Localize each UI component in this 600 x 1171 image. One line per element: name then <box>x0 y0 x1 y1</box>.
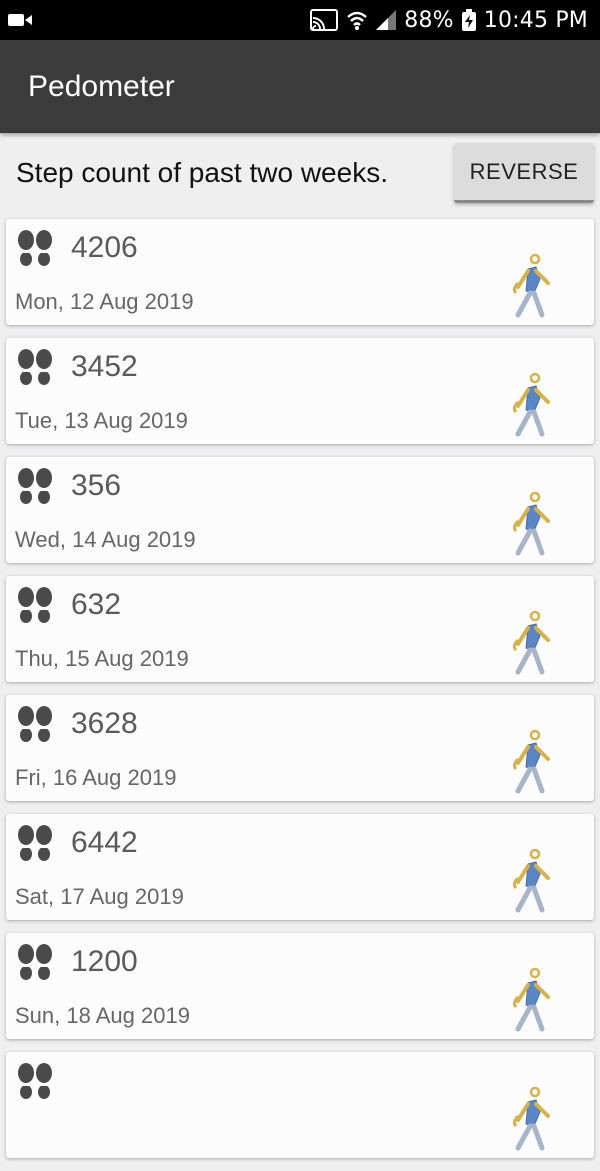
step-count: 632 <box>71 588 122 621</box>
entry-date: Thu, 15 Aug 2019 <box>15 646 189 671</box>
walking-person-icon <box>506 610 552 676</box>
step-count: 6442 <box>71 826 138 859</box>
walking-person-icon <box>506 1086 552 1152</box>
reverse-button[interactable]: REVERSE <box>454 143 594 203</box>
walking-person-icon <box>506 491 552 557</box>
signal-icon <box>376 10 397 30</box>
step-count: 3628 <box>71 707 138 740</box>
entry-date: Mon, 12 Aug 2019 <box>15 289 194 314</box>
footprints-icon <box>16 467 54 507</box>
step-entry-card[interactable]: 3452 Tue, 13 Aug 2019 <box>6 338 594 444</box>
entry-date: Tue, 13 Aug 2019 <box>15 408 188 433</box>
status-bar: 88% 10:45 PM <box>0 0 600 40</box>
footprints-icon <box>16 229 54 269</box>
walking-person-icon <box>506 729 552 795</box>
entry-date: Sun, 18 Aug 2019 <box>15 1003 190 1028</box>
footprints-icon <box>16 943 54 983</box>
step-entry-card[interactable]: 1200 Sun, 18 Aug 2019 <box>6 933 594 1039</box>
app-bar: Pedometer <box>0 40 600 133</box>
step-entry-card[interactable]: 3628 Fri, 16 Aug 2019 <box>6 695 594 801</box>
video-camera-icon <box>8 12 32 28</box>
wifi-icon <box>346 9 368 31</box>
step-count: 1200 <box>71 945 138 978</box>
clock-time: 10:45 PM <box>483 7 588 33</box>
walking-person-icon <box>506 967 552 1033</box>
step-entry-card[interactable]: 632 Thu, 15 Aug 2019 <box>6 576 594 682</box>
walking-person-icon <box>506 848 552 914</box>
entry-date: Fri, 16 Aug 2019 <box>15 765 177 790</box>
step-entry-card[interactable]: 356 Wed, 14 Aug 2019 <box>6 457 594 563</box>
step-entry-card[interactable] <box>6 1052 594 1158</box>
step-count: 3452 <box>71 350 138 383</box>
battery-charging-icon <box>461 9 476 31</box>
battery-percentage: 88% <box>404 7 454 33</box>
walking-person-icon <box>506 372 552 438</box>
app-title: Pedometer <box>28 69 175 103</box>
cast-icon <box>310 9 339 31</box>
entry-date: Wed, 14 Aug 2019 <box>15 527 196 552</box>
footprints-icon <box>16 348 54 388</box>
subheader: Step count of past two weeks. REVERSE <box>0 133 600 213</box>
step-history-list[interactable]: 4206 Mon, 12 Aug 2019 3452 Tue, 13 Aug 2… <box>6 219 594 1171</box>
entry-date: Sat, 17 Aug 2019 <box>15 884 184 909</box>
subheader-text: Step count of past two weeks. <box>16 157 388 188</box>
footprints-icon <box>16 824 54 864</box>
walking-person-icon <box>506 253 552 319</box>
footprints-icon <box>16 586 54 626</box>
step-count: 4206 <box>71 231 138 264</box>
step-entry-card[interactable]: 6442 Sat, 17 Aug 2019 <box>6 814 594 920</box>
step-count: 356 <box>71 469 122 502</box>
step-entry-card[interactable]: 4206 Mon, 12 Aug 2019 <box>6 219 594 325</box>
footprints-icon <box>16 1062 54 1102</box>
footprints-icon <box>16 705 54 745</box>
